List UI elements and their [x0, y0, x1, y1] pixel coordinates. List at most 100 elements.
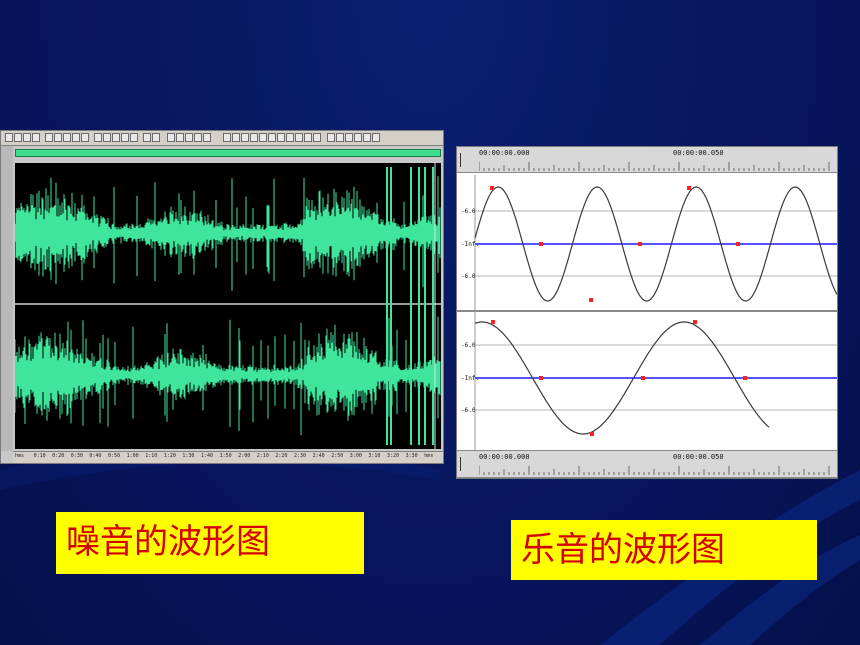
sample-marker	[491, 320, 495, 324]
sample-marker	[590, 432, 594, 436]
bottom-time-ruler: 00:00:00.000 00:00:00.050	[457, 450, 837, 478]
toolbar-button[interactable]	[81, 133, 89, 142]
music-caption: 乐音的波形图	[511, 520, 817, 580]
noise-ruler-label: hms	[15, 453, 25, 459]
toolbar-button[interactable]	[304, 133, 312, 142]
sample-marker	[539, 242, 543, 246]
toolbar-button[interactable]	[363, 133, 371, 142]
noise-ruler-label: 1:00	[126, 453, 139, 459]
toolbar-button[interactable]	[250, 133, 258, 142]
noise-time-ruler: hms 0:10 0:20 0:30 0:40 0:50 1:00 1:10 1:20 1:30 1…	[13, 451, 443, 463]
toolbar-button[interactable]	[313, 133, 321, 142]
bottom-ruler-ticks	[479, 466, 830, 475]
toolbar-button[interactable]	[130, 133, 138, 142]
noise-ruler-label: 2:40	[312, 453, 325, 459]
toolbar-button[interactable]	[277, 133, 285, 142]
toolbar-button[interactable]	[268, 133, 276, 142]
noise-ruler-label: 3:10	[368, 453, 381, 459]
sample-marker	[589, 298, 593, 302]
music-waveform-editor: 00:00:00.000 00:00:00.050 -6.0 -Inf. -6.…	[456, 146, 838, 479]
toolbar-button[interactable]	[63, 133, 71, 142]
noise-ruler-label: 1:10	[145, 453, 158, 459]
editor-side-strip	[1, 146, 13, 451]
toolbar-button[interactable]	[327, 133, 335, 142]
sample-marker	[490, 186, 494, 190]
noise-ruler-label: 1:40	[201, 453, 214, 459]
toolbar-button[interactable]	[241, 133, 249, 142]
noise-ruler-label: 1:30	[182, 453, 195, 459]
noise-ruler-label: 3:00	[349, 453, 362, 459]
sample-marker	[693, 320, 697, 324]
toolbar-button[interactable]	[45, 133, 53, 142]
sample-marker	[539, 376, 543, 380]
lower-track-label-3: -6.0	[461, 407, 476, 414]
toolbar-button[interactable]	[14, 133, 22, 142]
bottom-ruler-start: 00:00:00.000	[479, 453, 530, 461]
upper-track-label-2: -Inf.	[461, 241, 480, 248]
toolbar-button[interactable]	[286, 133, 294, 142]
noise-waveform-editor: hms 0:10 0:20 0:30 0:40 0:50 1:00 1:10 1:20 1:30 1…	[0, 130, 444, 464]
toolbar-button[interactable]	[121, 133, 129, 142]
toolbar-button[interactable]	[345, 133, 353, 142]
toolbar-button[interactable]	[94, 133, 102, 142]
toolbar-button[interactable]	[336, 133, 344, 142]
sample-marker	[743, 376, 747, 380]
noise-ruler-label: 3:30	[405, 453, 418, 459]
toolbar-button[interactable]	[372, 133, 380, 142]
toolbar-button[interactable]	[185, 133, 193, 142]
noise-ruler-label: 2:30	[294, 453, 307, 459]
toolbar-button[interactable]	[23, 133, 31, 142]
noise-ruler-label: 2:10	[256, 453, 269, 459]
bottom-ruler-mid: 00:00:00.050	[673, 453, 724, 461]
noise-ruler-label: 0:30	[70, 453, 83, 459]
toolbar-button[interactable]	[223, 133, 231, 142]
noise-ruler-label: 0:20	[52, 453, 65, 459]
noise-ruler-label: hms	[424, 453, 434, 459]
sample-marker	[687, 186, 691, 190]
top-ruler-start: 00:00:00.000	[479, 149, 530, 157]
toolbar-button[interactable]	[354, 133, 362, 142]
toolbar-button[interactable]	[176, 133, 184, 142]
noise-ruler-label: 2:50	[331, 453, 344, 459]
sample-marker	[641, 376, 645, 380]
noise-ruler-label: 1:20	[163, 453, 176, 459]
top-ruler-mid: 00:00:00.050	[673, 149, 724, 157]
toolbar-button[interactable]	[232, 133, 240, 142]
music-waveform-display	[457, 147, 837, 478]
noise-ruler-label: 0:50	[108, 453, 121, 459]
toolbar-button[interactable]	[167, 133, 175, 142]
toolbar-button[interactable]	[194, 133, 202, 142]
noise-ruler-label: 0:10	[33, 453, 46, 459]
noise-ruler-label: 0:40	[89, 453, 102, 459]
noise-ruler-label: 2:00	[238, 453, 251, 459]
top-time-ruler: 00:00:00.000 00:00:00.050	[457, 147, 837, 173]
toolbar-button[interactable]	[103, 133, 111, 142]
toolbar-button[interactable]	[203, 133, 211, 142]
noise-caption: 噪音的波形图	[56, 512, 364, 574]
noise-ruler-label: 2:20	[275, 453, 288, 459]
toolbar-button[interactable]	[112, 133, 120, 142]
music-background	[457, 147, 837, 478]
toolbar-button[interactable]	[32, 133, 40, 142]
upper-track-label-3: -6.0	[461, 273, 476, 280]
lower-track-label-2: -Inf.	[461, 375, 480, 382]
ruler-marker-icon	[460, 457, 472, 471]
noise-ruler-label: 1:50	[219, 453, 232, 459]
ruler-marker-icon	[460, 153, 472, 167]
toolbar-button[interactable]	[72, 133, 80, 142]
upper-track-label-1: -6.0	[461, 208, 476, 215]
noise-waveform-display	[15, 163, 441, 449]
top-ruler-ticks	[479, 162, 830, 171]
toolbar-button[interactable]	[259, 133, 267, 142]
sample-marker	[736, 242, 740, 246]
toolbar-button[interactable]	[54, 133, 62, 142]
toolbar-button[interactable]	[5, 133, 13, 142]
editor-toolbar	[1, 131, 443, 146]
toolbar-button[interactable]	[295, 133, 303, 142]
toolbar-button[interactable]	[143, 133, 151, 142]
noise-ruler-label: 3:20	[387, 453, 400, 459]
waveform-overview-bar[interactable]	[15, 149, 441, 157]
sample-marker	[638, 242, 642, 246]
toolbar-button[interactable]	[152, 133, 160, 142]
lower-track-label-1: -6.0	[461, 342, 476, 349]
